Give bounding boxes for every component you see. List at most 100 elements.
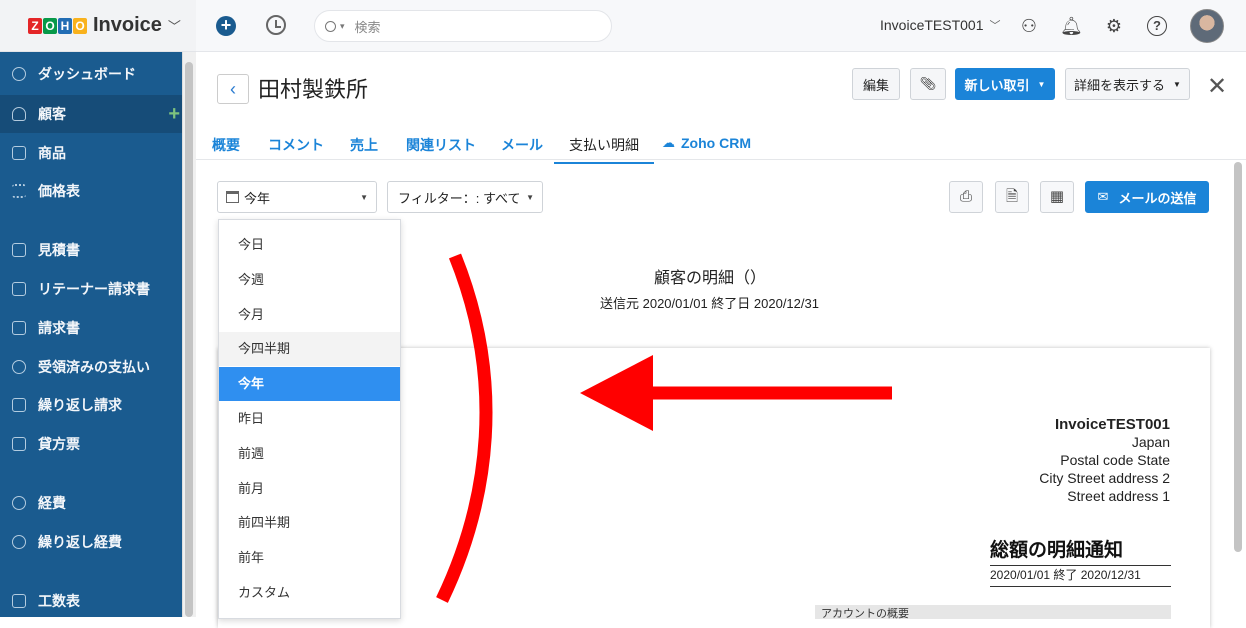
paperclip-icon: 📎︎ (919, 76, 937, 91)
caret-down-icon: ▼ (1037, 79, 1046, 89)
menu-item-custom[interactable]: カスタム (219, 576, 400, 610)
address-line: Japan (1131, 434, 1170, 450)
user-icon (12, 107, 26, 121)
zoho-logo: Z O H O (28, 17, 87, 34)
button-label: 詳細を表示する (1074, 77, 1166, 93)
sidebar-item-payments-received[interactable]: 受領済みの支払い (0, 348, 182, 386)
filter-value: フィルター：: すべて (398, 190, 521, 206)
sidebar-item-credit-notes[interactable]: 貸方票 (0, 425, 182, 463)
add-customer-icon[interactable]: + (168, 103, 180, 126)
org-name: InvoiceTEST001 (1054, 416, 1170, 433)
sidebar-item-label: 価格表 (38, 183, 80, 199)
sidebar-item-invoices[interactable]: 請求書 (0, 309, 182, 347)
statement-range: 送信元 2020/01/01 終了日 2020/12/31 (600, 296, 819, 311)
dashboard-icon (12, 67, 26, 81)
search-placeholder: 検索 (354, 19, 381, 35)
button-label: メールの送信 (1118, 190, 1197, 206)
menu-item-this-month[interactable]: 今月 (219, 298, 400, 332)
sidebar-item-quotes[interactable]: 見積書 (0, 231, 182, 269)
gear-icon[interactable]: ⚙ (1103, 15, 1125, 37)
caret-down-icon: ▼ (1173, 79, 1181, 89)
filter-select[interactable]: フィルター：: すべて ▼ (387, 181, 543, 213)
tab-comments[interactable]: コメント (268, 135, 324, 155)
basket-icon (12, 146, 26, 160)
sidebar-item-recurring-invoices[interactable]: 繰り返し請求 (0, 386, 182, 424)
tab-overview[interactable]: 概要 (212, 135, 240, 155)
tab-related-list[interactable]: 関連リスト (406, 135, 476, 155)
sidebar-item-expenses[interactable]: 経費 (0, 484, 182, 522)
send-email-button[interactable]: ✉ メールの送信 (1085, 181, 1209, 213)
expense-icon (12, 496, 26, 510)
period-value: 今年 (244, 190, 271, 206)
tab-label: Zoho CRM (681, 135, 751, 151)
credit-note-icon (12, 437, 26, 451)
print-button[interactable]: ⎙ (949, 181, 983, 213)
sidebar-item-price-lists[interactable]: 価格表 (0, 172, 182, 210)
sidebar-item-label: 工数表 (38, 593, 80, 609)
sidebar-item-label: 顧客 (38, 106, 66, 122)
logo-letter: H (58, 17, 72, 34)
pdf-button[interactable]: 🗎︎ (995, 181, 1029, 213)
edit-button[interactable]: 編集 (852, 68, 900, 100)
tab-sales[interactable]: 売上 (350, 135, 378, 155)
history-icon[interactable] (266, 15, 286, 35)
sidebar-item-customers[interactable]: 顧客 + (0, 95, 182, 133)
menu-item-yesterday[interactable]: 昨日 (219, 402, 400, 436)
payment-icon (12, 360, 26, 374)
app-switcher[interactable]: Z O H O Invoice ﹀ (0, 0, 196, 52)
help-icon[interactable]: ? (1147, 16, 1167, 36)
avatar[interactable] (1190, 9, 1224, 43)
sidebar-item-timesheet[interactable]: 工数表 (0, 582, 182, 620)
button-label: 新しい取引 (964, 77, 1030, 93)
logo-letter: Z (28, 17, 42, 34)
mail-icon: ✉ (1097, 189, 1109, 204)
menu-item-this-quarter[interactable]: 今四半期 (219, 332, 400, 366)
caret-down-icon: ▼ (526, 192, 534, 202)
quick-create-button[interactable]: + (216, 16, 236, 36)
recurring-expense-icon (12, 535, 26, 549)
chevron-down-icon[interactable]: ▾ (340, 21, 345, 32)
menu-item-previous-month[interactable]: 前月 (219, 472, 400, 506)
sidebar-item-label: 商品 (38, 145, 66, 161)
sidebar-item-label: 受領済みの支払い (38, 359, 150, 375)
sidebar-item-items[interactable]: 商品 (0, 134, 182, 172)
bell-icon[interactable]: 🔔︎ (1060, 15, 1083, 37)
quote-icon (12, 243, 26, 257)
back-button[interactable]: ‹ (217, 74, 249, 104)
menu-item-previous-week[interactable]: 前週 (219, 437, 400, 471)
close-icon[interactable]: ✕ (1207, 72, 1227, 101)
menu-item-this-year[interactable]: 今年 (219, 367, 400, 401)
pdf-icon: 🗎︎ (1005, 188, 1019, 205)
menu-item-previous-quarter[interactable]: 前四半期 (219, 506, 400, 540)
sidebar-scrollbar-thumb[interactable] (185, 62, 193, 617)
chevron-down-icon[interactable]: ﹀ (168, 16, 181, 35)
menu-item-previous-year[interactable]: 前年 (219, 541, 400, 575)
users-icon[interactable]: ⚇ (1018, 15, 1040, 37)
sidebar-item-label: 経費 (38, 495, 66, 511)
organization-switcher[interactable]: InvoiceTEST001 ﹀ (880, 17, 1001, 33)
menu-item-this-week[interactable]: 今週 (219, 263, 400, 297)
calendar-icon (226, 191, 239, 203)
invoice-icon (12, 321, 26, 335)
retainer-icon (12, 282, 26, 296)
more-details-button[interactable]: 詳細を表示する ▼ (1065, 68, 1190, 100)
sidebar-item-recurring-expenses[interactable]: 繰り返し経費 (0, 523, 182, 561)
summary-range: 2020/01/01 終了 2020/12/31 (990, 566, 1171, 587)
new-transaction-button[interactable]: 新しい取引 ▼ (955, 68, 1055, 100)
menu-item-today[interactable]: 今日 (219, 228, 400, 262)
tab-zoho-crm[interactable]: ☁ Zoho CRM (662, 135, 751, 151)
content-scrollbar-thumb[interactable] (1234, 162, 1242, 552)
tab-statement[interactable]: 支払い明細 (554, 135, 654, 164)
timesheet-icon (12, 594, 26, 608)
attachment-button[interactable]: 📎︎ (910, 68, 946, 100)
list-icon (12, 184, 26, 198)
sidebar-item-retainer-invoices[interactable]: リテーナー請求書 (0, 270, 182, 308)
search-input[interactable]: ▾ 検索 (314, 10, 612, 42)
address-line: City Street address 2 (1039, 470, 1170, 486)
page-title: 田村製鉄所 (258, 77, 369, 102)
sidebar-item-dashboard[interactable]: ダッシュボード (0, 55, 182, 93)
tab-mails[interactable]: メール (501, 135, 543, 155)
excel-button[interactable]: ▦ (1040, 181, 1074, 213)
period-select[interactable]: 今年 ▼ (217, 181, 377, 213)
chevron-down-icon: ﹀ (989, 20, 1001, 32)
